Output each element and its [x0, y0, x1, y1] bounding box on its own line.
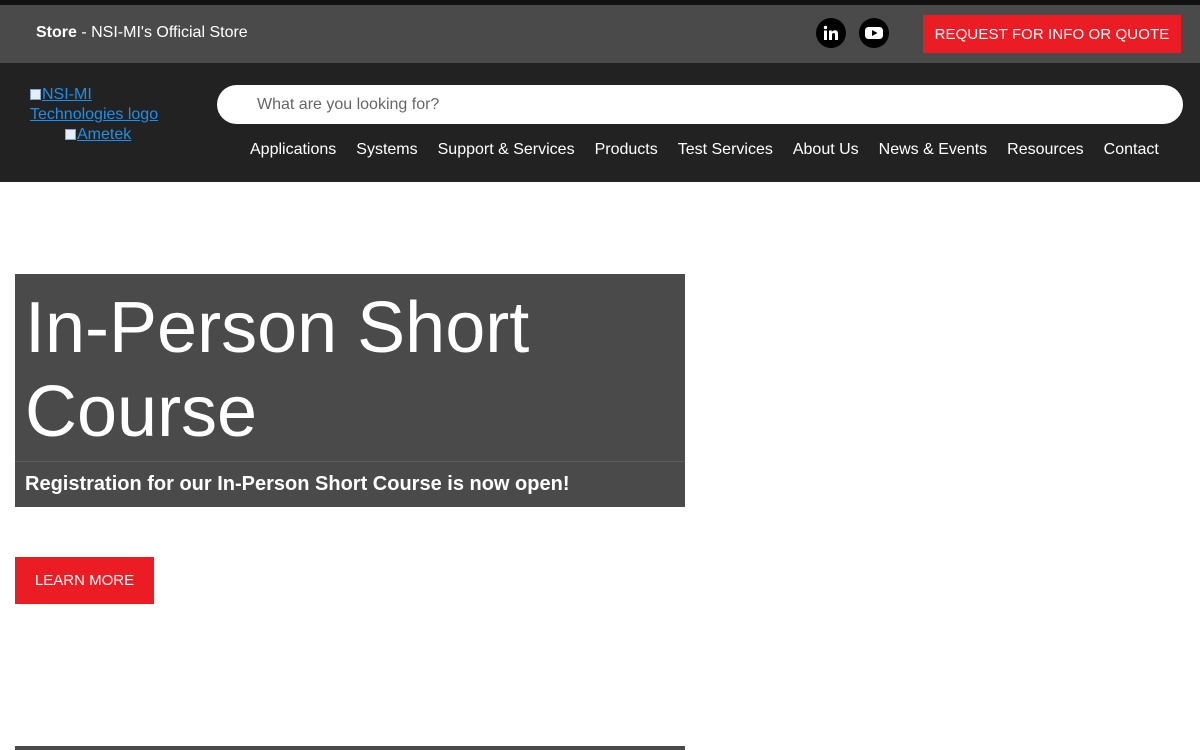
request-quote-button[interactable]: REQUEST FOR INFO OR QUOTE — [923, 15, 1181, 53]
nav-item-contact[interactable]: Contact — [1094, 138, 1169, 162]
top-bar: Store - NSI-MI's Official Store REQUEST … — [0, 5, 1200, 63]
main-nav: Applications Systems Support & Services … — [240, 138, 1169, 162]
logo-alt-label: NSI-MI Technologies logo — [30, 86, 159, 123]
nav-item-test-services[interactable]: Test Services — [668, 138, 783, 162]
logo-alt-text: NSI-MI Technologies logo — [30, 85, 170, 125]
next-section-edge — [15, 746, 685, 750]
nav-item-resources[interactable]: Resources — [997, 138, 1093, 162]
site-header: NSI-MI Technologies logo Ametek Applicat… — [0, 63, 1200, 182]
hero-title: In-Person Short Course — [25, 288, 530, 452]
nav-item-about-us[interactable]: About Us — [783, 138, 869, 162]
learn-more-button[interactable]: LEARN MORE — [15, 557, 154, 604]
nav-item-systems[interactable]: Systems — [346, 138, 427, 162]
nav-item-news-events[interactable]: News & Events — [869, 138, 997, 162]
nav-item-applications[interactable]: Applications — [240, 138, 346, 162]
broken-image-icon — [30, 89, 41, 100]
linkedin-icon[interactable] — [816, 18, 846, 48]
youtube-icon[interactable] — [859, 18, 889, 48]
linkedin-glyph — [823, 25, 838, 40]
hero-divider — [15, 461, 685, 462]
site-logo[interactable]: NSI-MI Technologies logo Ametek — [30, 85, 170, 145]
broken-image-icon — [65, 129, 76, 140]
nav-item-products[interactable]: Products — [585, 138, 668, 162]
search-input[interactable] — [217, 85, 1183, 124]
store-link-text: - NSI-MI's Official Store — [76, 24, 248, 41]
nav-item-support-services[interactable]: Support & Services — [428, 138, 585, 162]
ametek-alt-label: Ametek — [77, 126, 132, 143]
store-link[interactable]: Store - NSI-MI's Official Store — [36, 24, 248, 42]
store-link-bold: Store — [36, 24, 77, 41]
youtube-glyph — [865, 27, 883, 39]
ametek-alt-text: Ametek — [30, 125, 170, 145]
hero-subtitle: Registration for our In-Person Short Cou… — [25, 473, 570, 495]
hero-banner: In-Person Short Course Registration for … — [15, 274, 685, 507]
